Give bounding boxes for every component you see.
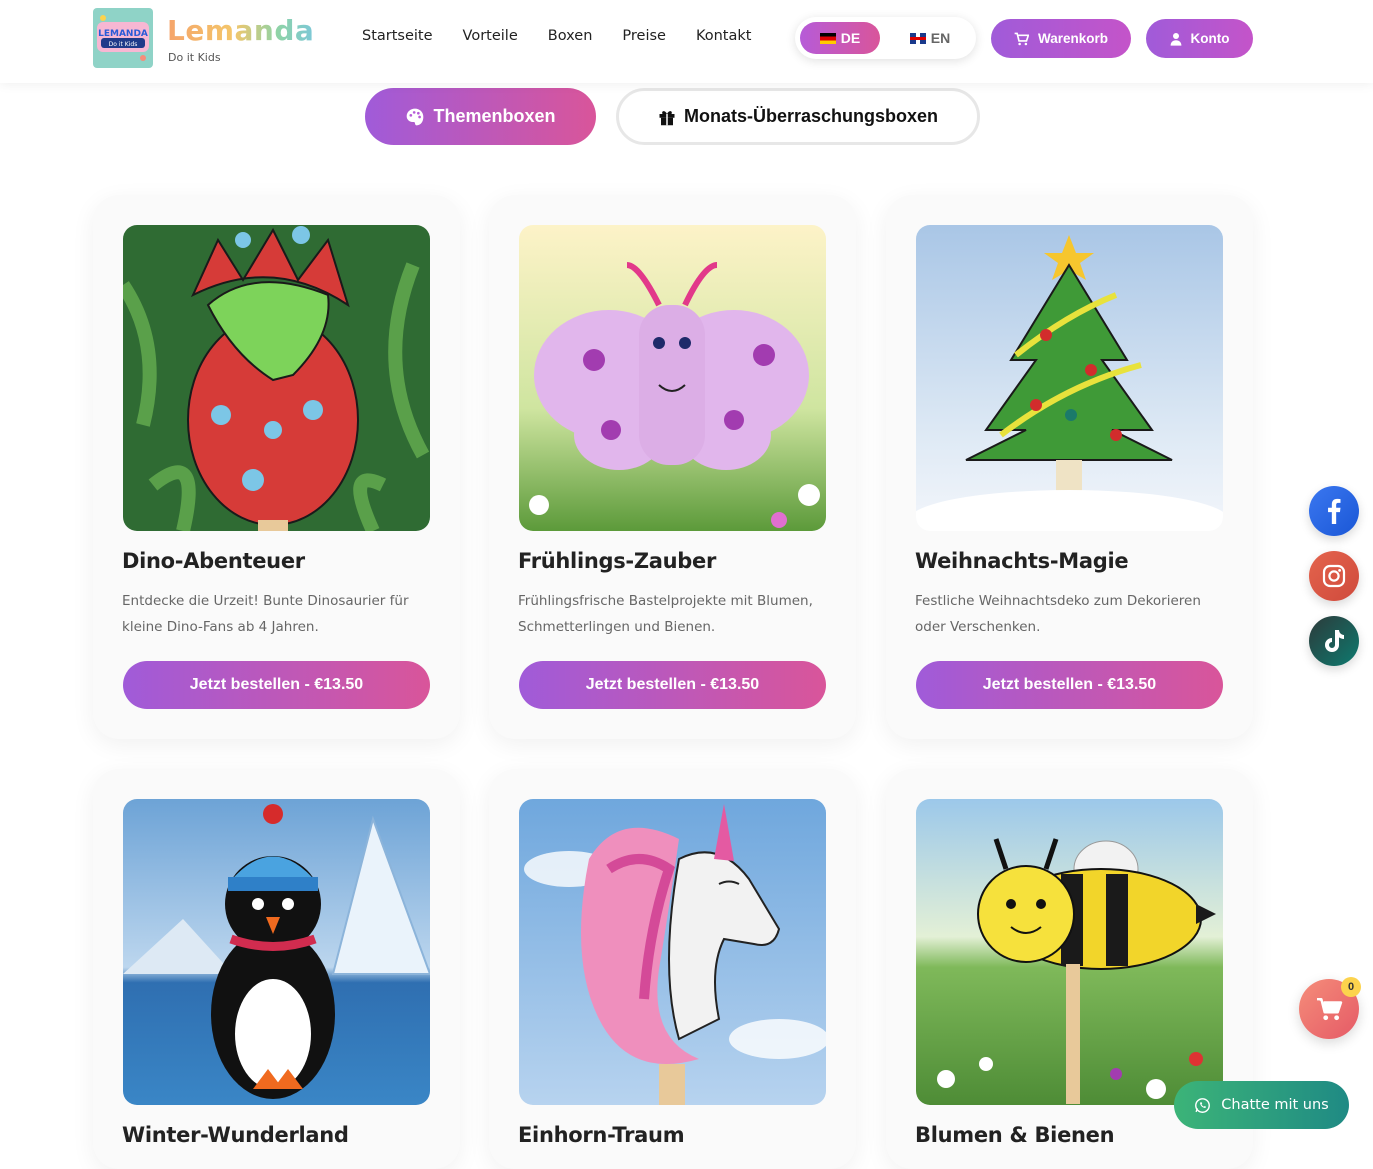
product-image-christmas[interactable] [916,225,1223,531]
site-header: LEMANDA Do it Kids Lemanda Do it Kids St… [0,0,1373,83]
product-title: Dino-Abenteuer [122,549,305,573]
cart-count-badge: 0 [1341,977,1361,997]
whatsapp-icon [1195,1097,1211,1113]
facebook-button[interactable] [1309,486,1359,536]
uk-flag-icon [909,32,926,44]
order-button[interactable]: Jetzt bestellen - €13.50 [916,661,1223,709]
tiktok-icon [1325,630,1344,652]
nav-vorteile[interactable]: Vorteile [463,28,518,44]
box-type-tabs: Themenboxen Monats-Überraschungsboxen [0,88,1373,146]
product-title: Winter-Wunderland [122,1123,349,1147]
tab-monats-boxen[interactable]: Monats-Überraschungsboxen [616,88,980,145]
account-label: Konto [1190,31,1230,46]
user-icon [1170,32,1181,46]
order-button[interactable]: Jetzt bestellen - €13.50 [519,661,826,709]
cart-button[interactable]: Warenkorb [991,19,1131,58]
brand-tagline: Do it Kids [168,51,221,64]
nav-preise[interactable]: Preise [622,28,666,44]
product-card: Dino-Abenteuer Entdecke die Urzeit! Bunt… [93,195,460,739]
lang-en-label: EN [930,30,951,46]
lang-de-button[interactable]: DE [800,22,880,54]
lang-de-label: DE [840,30,861,46]
nav-startseite[interactable]: Startseite [362,28,433,44]
german-flag-icon [819,32,836,44]
logo[interactable]: LEMANDA Do it Kids [93,8,153,68]
order-button[interactable]: Jetzt bestellen - €13.50 [123,661,430,709]
cart-icon [1317,997,1343,1021]
product-card: Winter-Wunderland [93,769,460,1169]
brand-name[interactable]: Lemanda [167,14,314,47]
tiktok-button[interactable] [1309,616,1359,666]
instagram-icon [1322,564,1346,588]
product-card: Einhorn-Traum [489,769,856,1169]
product-image-unicorn[interactable] [519,799,826,1105]
tab-themenboxen[interactable]: Themenboxen [365,88,596,145]
lang-en-button[interactable]: EN [898,22,962,54]
product-card: Frühlings-Zauber Frühlingsfrische Bastel… [489,195,856,739]
product-title: Frühlings-Zauber [518,549,717,573]
palette-icon [407,108,424,125]
gift-icon [659,110,675,125]
chat-label: Chatte mit uns [1221,1097,1329,1113]
chat-button[interactable]: Chatte mit uns [1174,1081,1349,1129]
product-title: Blumen & Bienen [915,1123,1115,1147]
product-image-dino[interactable] [123,225,430,531]
product-title: Weihnachts-Magie [915,549,1129,573]
main-nav: Startseite Vorteile Boxen Preise Kontakt [362,28,781,44]
language-switcher: DE EN [795,17,976,59]
nav-kontakt[interactable]: Kontakt [696,28,752,44]
tab-themenboxen-label: Themenboxen [433,106,556,126]
facebook-icon [1328,498,1341,524]
product-title: Einhorn-Traum [518,1123,685,1147]
product-description: Festliche Weihnachtsdeko zum Dekorieren … [915,593,1201,635]
nav-boxen[interactable]: Boxen [548,28,593,44]
product-image-bee[interactable] [916,799,1223,1105]
svg-text:LEMANDA: LEMANDA [98,29,148,39]
tab-monats-boxen-label: Monats-Überraschungsboxen [683,106,939,126]
cart-label: Warenkorb [1037,31,1108,46]
product-description: Entdecke die Urzeit! Bunte Dinosaurier f… [122,593,409,635]
product-image-spring[interactable] [519,225,826,531]
cart-icon [1014,32,1029,45]
svg-text:Do it Kids: Do it Kids [109,41,138,48]
product-card: Weihnachts-Magie Festliche Weihnachtsdek… [886,195,1253,739]
account-button[interactable]: Konto [1146,19,1253,58]
product-description: Frühlingsfrische Bastelprojekte mit Blum… [518,593,813,635]
product-image-winter[interactable] [123,799,430,1105]
instagram-button[interactable] [1309,551,1359,601]
